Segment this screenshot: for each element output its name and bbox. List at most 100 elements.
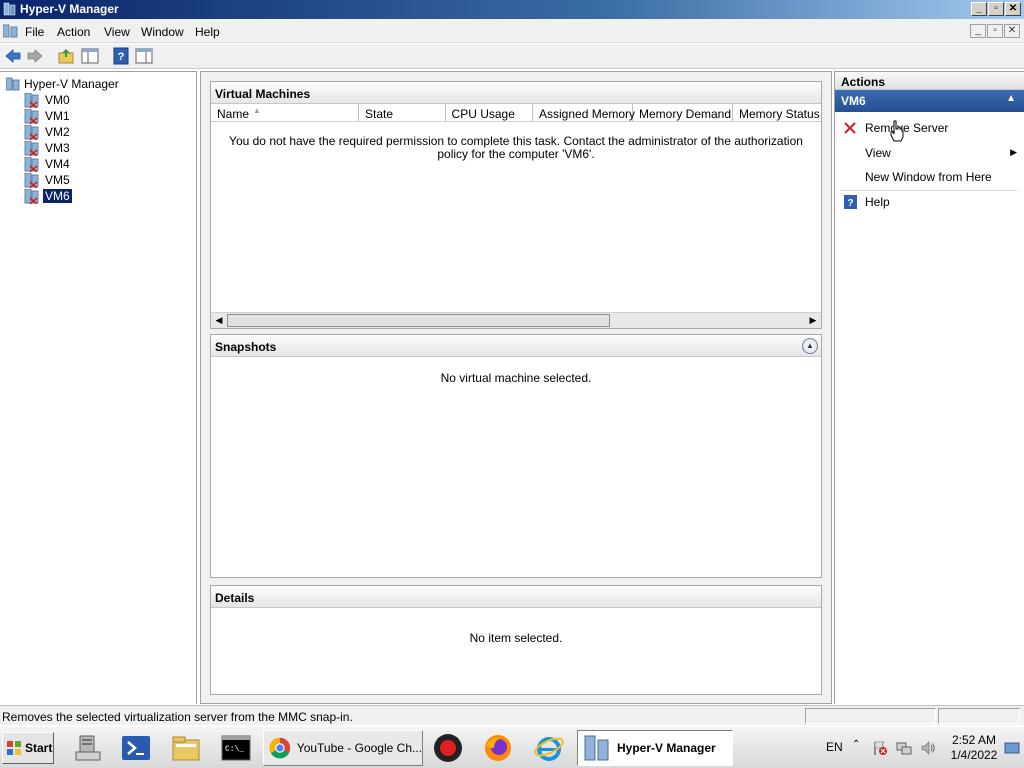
details-panel: Details No item selected.: [210, 585, 822, 695]
record-icon[interactable]: [432, 732, 464, 764]
disconnected-server-icon: [24, 92, 39, 108]
tree-root-label: Hyper-V Manager: [24, 77, 119, 91]
column-header-cpu-usage[interactable]: CPU Usage: [446, 104, 533, 121]
internet-explorer-icon[interactable]: [533, 732, 565, 764]
snapshots-message: No virtual machine selected.: [440, 371, 592, 385]
tree-node-label: VM2: [45, 125, 70, 139]
menu-view[interactable]: View: [104, 25, 130, 39]
powershell-icon[interactable]: [120, 732, 152, 764]
status-cell: [938, 708, 1020, 724]
tree-node-vm1[interactable]: VM1: [24, 108, 72, 124]
child-close-button[interactable]: ✕: [1004, 24, 1020, 38]
svg-text:?: ?: [118, 51, 125, 63]
submenu-arrow-icon: ▶: [1010, 147, 1017, 157]
mmc-icon[interactable]: [3, 24, 18, 38]
show-desktop-icon[interactable]: [1004, 740, 1020, 756]
status-text: Removes the selected virtualization serv…: [2, 710, 353, 724]
firefox-icon[interactable]: [482, 732, 514, 764]
hyperv-app-icon: [3, 2, 16, 16]
actions-pane: Actions VM6 ▲ Remove Server View ▶ New W…: [834, 71, 1024, 704]
action-label: View: [865, 146, 891, 160]
hyperv-server-icon: [6, 77, 20, 91]
column-header-memory-status[interactable]: Memory Status: [733, 104, 821, 121]
tree-node-label: VM5: [45, 173, 70, 187]
console-tree: Hyper-V Manager VM0 VM1 VM2 VM3 VM4 VM5 …: [0, 71, 197, 704]
column-header-assigned-memory[interactable]: Assigned Memory: [533, 104, 635, 121]
volume-icon[interactable]: [920, 740, 936, 756]
scroll-right-icon[interactable]: ▶: [805, 313, 821, 328]
child-minimize-button[interactable]: _: [970, 24, 986, 38]
vm-permission-message: You do not have the required permission …: [229, 134, 803, 161]
action-label: Help: [865, 195, 890, 209]
forward-arrow-icon[interactable]: [25, 47, 45, 65]
menu-bar: File Action View Window Help _ ▫ ✕: [0, 19, 1024, 43]
show-hidden-icons-icon[interactable]: ⌃: [852, 739, 868, 755]
windows-logo-icon: [7, 741, 21, 755]
action-remove-server[interactable]: Remove Server: [835, 117, 1024, 139]
collapse-icon[interactable]: ▲: [802, 338, 818, 354]
menu-help[interactable]: Help: [195, 25, 220, 39]
red-x-icon: [844, 122, 856, 134]
scroll-left-icon[interactable]: ◀: [211, 313, 227, 328]
status-cell: [805, 708, 936, 724]
tree-node-label: VM3: [45, 141, 70, 155]
action-view[interactable]: View ▶: [835, 142, 1024, 164]
command-prompt-icon[interactable]: C:\_: [220, 732, 252, 764]
menu-file[interactable]: File: [25, 25, 44, 39]
menu-window[interactable]: Window: [141, 25, 184, 39]
tree-node-label: VM6: [43, 189, 72, 203]
restore-button[interactable]: ▫: [988, 2, 1004, 16]
taskbar-chrome-youtube[interactable]: YouTube - Google Ch...: [263, 730, 423, 766]
start-button[interactable]: Start: [2, 732, 54, 764]
tree-node-vm4[interactable]: VM4: [24, 156, 72, 172]
action-label: New Window from Here: [865, 170, 992, 184]
tree-node-vm3[interactable]: VM3: [24, 140, 72, 156]
network-icon[interactable]: [896, 740, 912, 756]
disconnected-server-icon: [24, 140, 39, 156]
column-header-state[interactable]: State: [359, 104, 446, 121]
column-label: Name: [217, 107, 250, 121]
details-message: No item selected.: [469, 631, 563, 645]
show-hide-console-tree-icon[interactable]: [80, 47, 100, 65]
tree-node-vm5[interactable]: VM5: [24, 172, 72, 188]
taskbar-button-label: YouTube - Google Ch...: [296, 741, 422, 755]
child-restore-button[interactable]: ▫: [987, 24, 1003, 38]
help-icon[interactable]: ?: [111, 47, 131, 65]
system-clock[interactable]: 2:52 AM 1/4/2022: [944, 733, 1004, 763]
virtual-machines-panel: Virtual Machines Name ▲ State CPU Usage …: [210, 81, 822, 329]
back-arrow-icon[interactable]: [3, 47, 23, 65]
file-explorer-icon[interactable]: [170, 732, 202, 764]
column-header-memory-demand[interactable]: Memory Demand: [633, 104, 733, 121]
action-label: Remove Server: [865, 121, 949, 135]
hand-cursor-icon: [890, 120, 904, 142]
tree-node-label: VM0: [45, 93, 70, 107]
tree-root-hyperv-manager[interactable]: Hyper-V Manager: [6, 76, 119, 92]
menu-action[interactable]: Action: [57, 25, 90, 39]
column-header-name[interactable]: Name ▲: [211, 104, 360, 121]
tree-node-vm0[interactable]: VM0: [24, 92, 72, 108]
hyperv-manager-icon: [584, 735, 609, 761]
horizontal-scrollbar[interactable]: ◀ ▶: [211, 312, 821, 328]
collapse-icon[interactable]: ▲: [1006, 93, 1016, 104]
language-indicator[interactable]: EN: [826, 740, 843, 754]
svg-text:?: ?: [847, 198, 853, 209]
action-new-window-from-here[interactable]: New Window from Here: [835, 166, 1024, 188]
up-folder-icon[interactable]: [56, 47, 76, 65]
panel-title: Virtual Machines: [211, 82, 821, 104]
action-help[interactable]: ? Help: [835, 191, 1024, 213]
close-button[interactable]: ✕: [1005, 2, 1021, 16]
server-manager-icon[interactable]: [72, 732, 104, 764]
actions-section-vm6[interactable]: VM6 ▲: [835, 90, 1024, 112]
taskbar-hyperv-manager[interactable]: Hyper-V Manager: [577, 730, 733, 766]
action-center-flag-icon[interactable]: [872, 740, 888, 756]
disconnected-server-icon: [24, 124, 39, 140]
tree-node-vm2[interactable]: VM2: [24, 124, 72, 140]
minimize-button[interactable]: _: [971, 2, 987, 16]
scrollbar-thumb[interactable]: [227, 314, 610, 327]
taskbar: Start C:\_ YouTube - Google Ch... Hyper-…: [0, 726, 1024, 768]
disconnected-server-icon: [24, 156, 39, 172]
chrome-icon: [269, 737, 291, 759]
tree-node-vm6[interactable]: VM6: [24, 188, 72, 204]
status-bar: Removes the selected virtualization serv…: [0, 705, 1024, 725]
show-hide-action-pane-icon[interactable]: [134, 47, 154, 65]
